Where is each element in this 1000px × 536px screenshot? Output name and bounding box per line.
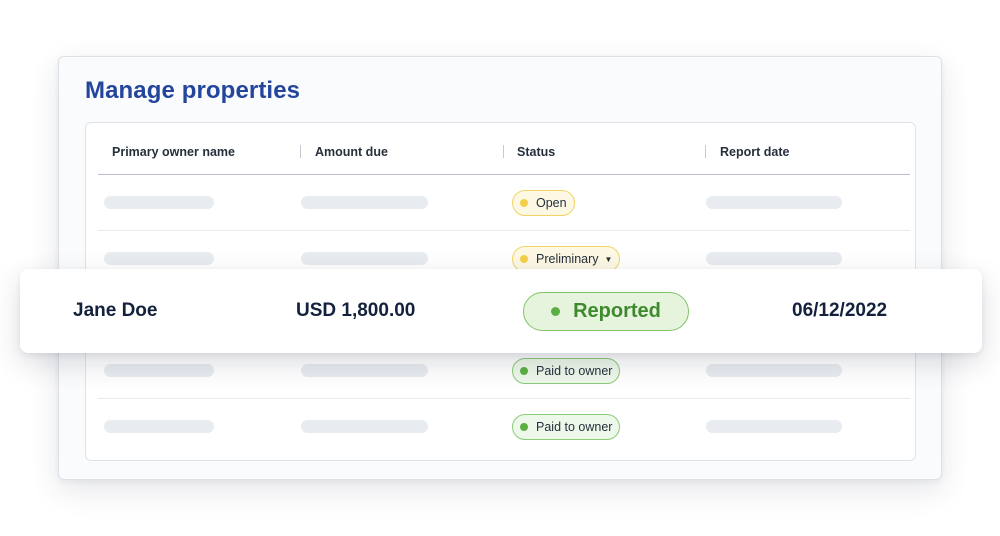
owner-name: Jane Doe [73,300,158,321]
column-header-status[interactable]: Status [517,145,555,159]
owner-placeholder [104,252,214,265]
chevron-down-icon[interactable]: ▼ [605,255,613,264]
status-dot-icon [520,255,528,263]
table-row[interactable]: Paid to owner [98,399,910,455]
manage-properties-card: Manage properties Primary owner name Amo… [58,56,942,480]
status-badge: Open [512,190,575,216]
owner-placeholder [104,196,214,209]
status-label: Reported [573,300,661,322]
amount-due: USD 1,800.00 [296,300,416,321]
status-label: Open [536,196,567,210]
status-label: Preliminary [536,252,599,266]
date-placeholder [706,420,842,433]
status-label: Paid to owner [536,364,613,378]
table-row[interactable]: Open [98,175,910,231]
status-badge: Paid to owner [512,358,621,384]
amount-placeholder [301,252,428,265]
column-divider [503,145,504,158]
column-header-report-date[interactable]: Report date [720,145,789,159]
status-dot-icon [520,199,528,207]
amount-placeholder [301,364,428,377]
owner-placeholder [104,364,214,377]
date-placeholder [706,252,842,265]
status-dot-icon [551,307,561,316]
date-placeholder [706,196,842,209]
amount-placeholder [301,196,428,209]
page-title: Manage properties [85,77,301,104]
highlighted-row[interactable]: Jane Doe USD 1,800.00 Reported 06/12/202… [20,269,982,353]
report-date: 06/12/2022 [792,300,888,321]
amount-placeholder [301,420,428,433]
status-badge: Paid to owner [512,414,621,440]
status-dot-icon [520,367,528,375]
date-placeholder [706,364,842,377]
owner-placeholder [104,420,214,433]
status-label: Paid to owner [536,420,613,434]
table-header: Primary owner name Amount due Status Rep… [98,123,910,175]
column-divider [300,145,301,158]
column-header-owner[interactable]: Primary owner name [112,145,235,159]
status-badge-reported: Reported [523,292,689,331]
column-header-amount[interactable]: Amount due [315,145,388,159]
column-divider [705,145,706,158]
status-dot-icon [520,423,528,431]
